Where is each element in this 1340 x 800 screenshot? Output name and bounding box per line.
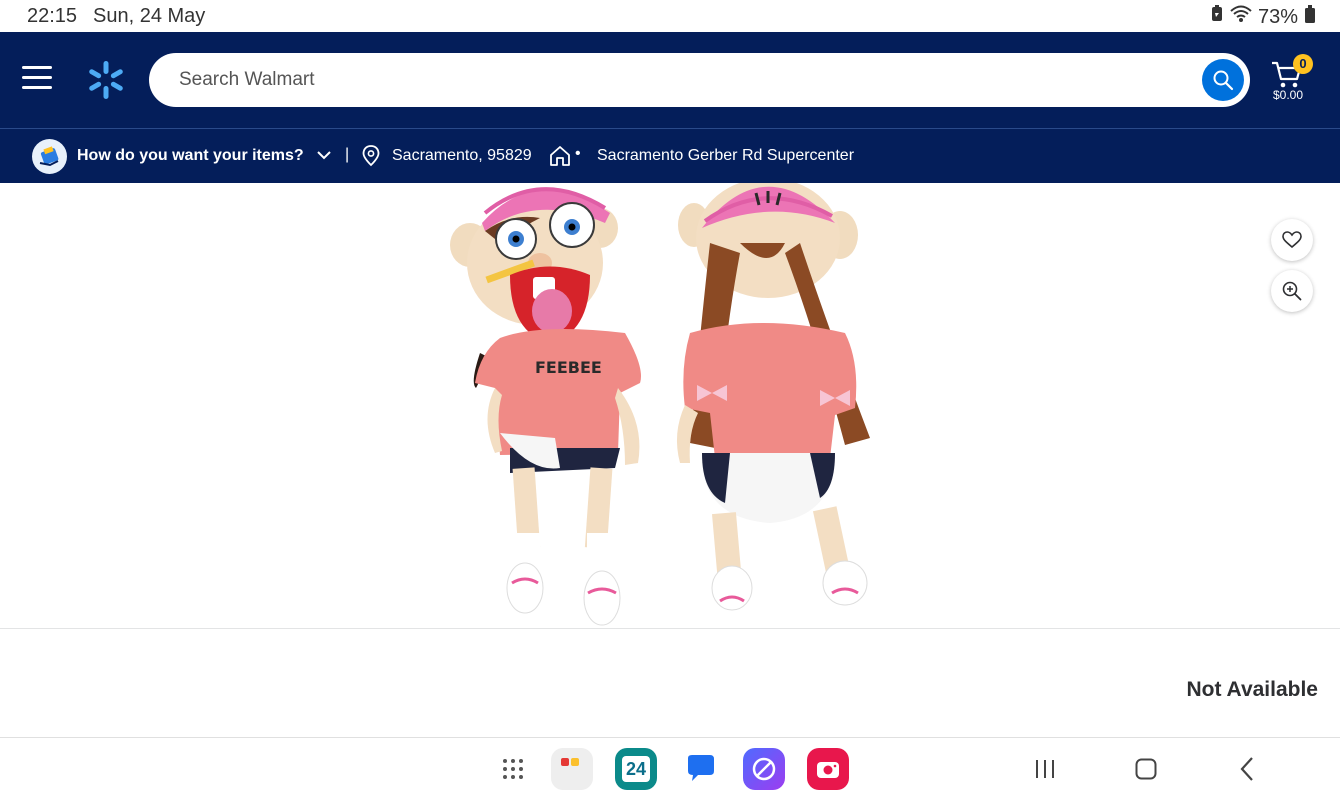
search-input[interactable] xyxy=(179,53,1179,107)
folder-app-icon[interactable] xyxy=(551,748,593,790)
search-icon xyxy=(1213,70,1234,91)
delivery-location[interactable]: Sacramento, 95829 xyxy=(392,147,532,165)
android-taskbar: 24 xyxy=(0,737,1340,800)
messages-app-icon[interactable] xyxy=(679,748,721,790)
app-drawer-icon[interactable] xyxy=(492,748,534,790)
cart-total: $0.00 xyxy=(1273,88,1304,102)
delivery-dot: • xyxy=(575,145,581,162)
calendar-app-icon[interactable]: 24 xyxy=(615,748,657,790)
search-bar xyxy=(149,53,1250,107)
heart-icon xyxy=(1282,231,1302,249)
cart-count-badge: 0 xyxy=(1293,54,1313,74)
browser-app-icon[interactable] xyxy=(743,748,785,790)
menu-icon xyxy=(22,66,52,69)
status-time: 22:15 xyxy=(27,5,78,27)
battery-saver-icon xyxy=(1210,5,1224,29)
menu-button[interactable] xyxy=(22,66,52,90)
delivery-question[interactable]: How do you want your items? xyxy=(77,147,304,165)
home-icon[interactable] xyxy=(1125,748,1167,790)
back-icon[interactable] xyxy=(1226,748,1268,790)
status-bar: 22:15 Sun, 24 May 73% xyxy=(0,0,1340,32)
camera-app-icon[interactable] xyxy=(807,748,849,790)
zoom-in-icon xyxy=(1282,281,1302,301)
wifi-icon xyxy=(1230,5,1252,29)
store-icon xyxy=(549,145,571,172)
battery-icon xyxy=(1304,5,1316,29)
availability-status: Not Available xyxy=(1186,678,1318,701)
battery-percent: 73% xyxy=(1257,5,1298,28)
delivery-separator: | xyxy=(345,146,350,163)
delivery-bar[interactable]: How do you want your items? | Sacramento… xyxy=(0,128,1340,183)
product-image-panel: FEEBEE xyxy=(0,183,1340,629)
delivery-store[interactable]: Sacramento Gerber Rd Supercenter xyxy=(597,147,854,165)
status-date: Sun, 24 May xyxy=(93,5,206,27)
zoom-button[interactable] xyxy=(1271,270,1313,312)
search-button[interactable] xyxy=(1202,59,1244,101)
favorite-button[interactable] xyxy=(1271,219,1313,261)
puppet-product-image[interactable]: FEEBEE xyxy=(440,183,900,629)
recents-icon[interactable] xyxy=(1024,748,1066,790)
walmart-spark-logo[interactable] xyxy=(86,60,126,100)
calendar-day: 24 xyxy=(622,756,650,782)
delivery-method-icon xyxy=(32,139,67,174)
chevron-down-icon[interactable] xyxy=(316,145,332,170)
site-header: 0 $0.00 xyxy=(0,32,1340,128)
location-pin-icon xyxy=(362,145,380,172)
svg-text:FEEBEE: FEEBEE xyxy=(535,358,602,377)
cart-button[interactable]: 0 $0.00 xyxy=(1268,54,1318,106)
